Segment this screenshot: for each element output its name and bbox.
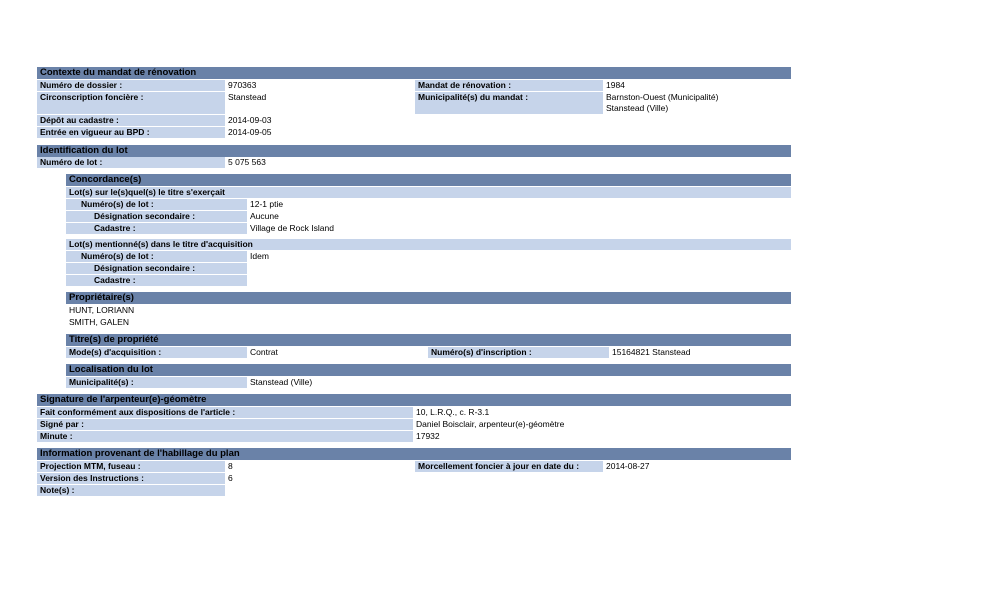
entree-vigueur-value: 2014-09-05 xyxy=(228,127,272,137)
section-header-proprietaires: Propriétaire(s) xyxy=(66,292,791,304)
depot-cadastre-label: Dépôt au cadastre : xyxy=(37,115,225,126)
circonscription-value: Stanstead xyxy=(228,92,267,102)
numero-inscription-label: Numéro(s) d'inscription : xyxy=(428,347,609,358)
municipalites-mandat-label: Municipalité(s) du mandat : xyxy=(415,92,603,114)
projection-label: Projection MTM, fuseau : xyxy=(37,461,225,472)
projection-value: 8 xyxy=(228,461,233,471)
morcellement-label: Morcellement foncier à jour en date du : xyxy=(415,461,603,472)
section-header-localisation: Localisation du lot xyxy=(66,364,791,376)
mode-acquisition-label: Mode(s) d'acquisition : xyxy=(66,347,247,358)
titre-acquisition-subheader: Lot(s) mentionné(s) dans le titre d'acqu… xyxy=(66,239,791,250)
circonscription-label: Circonscription foncière : xyxy=(37,92,225,114)
signe-par-label: Signé par : xyxy=(37,419,413,430)
mode-acquisition-value: Contrat xyxy=(250,347,278,357)
cadastre-value: Village de Rock Island xyxy=(250,223,334,233)
numero-dossier-label: Numéro de dossier : xyxy=(37,80,225,91)
lot-numero-label: Numéro(s) de lot : xyxy=(66,251,247,262)
cadastre-label: Cadastre : xyxy=(66,275,247,286)
version-instructions-value: 6 xyxy=(228,473,233,483)
municipalite-label: Municipalité(s) : xyxy=(66,377,247,388)
section-header-titre: Titre(s) de propriété xyxy=(66,334,791,346)
section-header-concordance: Concordance(s) xyxy=(66,174,791,186)
morcellement-value: 2014-08-27 xyxy=(606,461,650,471)
proprietaire-name: SMITH, GALEN xyxy=(69,317,129,327)
numero-lot-label: Numéro de lot : xyxy=(37,157,225,168)
mandat-renovation-label: Mandat de rénovation : xyxy=(415,80,603,91)
entree-vigueur-label: Entrée en vigueur au BPD : xyxy=(37,127,225,138)
lot-numero-value: Idem xyxy=(250,251,269,261)
section-header-identification: Identification du lot xyxy=(37,145,791,157)
section-header-signature: Signature de l'arpenteur(e)-géomètre xyxy=(37,394,791,406)
designation-secondaire-label: Désignation secondaire : xyxy=(66,211,247,222)
lot-numero-label: Numéro(s) de lot : xyxy=(66,199,247,210)
notes-label: Note(s) : xyxy=(37,485,225,496)
mandat-renovation-value: 1984 xyxy=(606,80,625,90)
depot-cadastre-value: 2014-09-03 xyxy=(228,115,272,125)
cadastre-label: Cadastre : xyxy=(66,223,247,234)
titre-exercait-subheader: Lot(s) sur le(s)quel(s) le titre s'exerç… xyxy=(66,187,791,198)
minute-value: 17932 xyxy=(416,431,440,441)
municipalite-value: Stanstead (Ville) xyxy=(250,377,313,387)
signe-par-value: Daniel Boisclair, arpenteur(e)-géomètre xyxy=(416,419,565,429)
municipalite-mandat-value: Stanstead (Ville) xyxy=(606,103,669,113)
lot-numero-value: 12-1 ptie xyxy=(250,199,284,209)
municipalite-mandat-value: Barnston-Ouest (Municipalité) xyxy=(606,92,719,102)
article-value: 10, L.R.Q., c. R-3.1 xyxy=(416,407,490,417)
proprietaire-name: HUNT, LORIANN xyxy=(69,305,135,315)
section-header-habillage: Information provenant de l'habillage du … xyxy=(37,448,791,460)
designation-secondaire-value: Aucune xyxy=(250,211,279,221)
article-label: Fait conformément aux dispositions de l'… xyxy=(37,407,413,418)
numero-lot-value: 5 075 563 xyxy=(228,157,266,167)
numero-dossier-value: 970363 xyxy=(228,80,257,90)
designation-secondaire-label: Désignation secondaire : xyxy=(66,263,247,274)
minute-label: Minute : xyxy=(37,431,413,442)
version-instructions-label: Version des Instructions : xyxy=(37,473,225,484)
numero-inscription-value: 15164821 Stanstead xyxy=(612,347,691,357)
section-header-contexte: Contexte du mandat de rénovation xyxy=(37,67,791,79)
